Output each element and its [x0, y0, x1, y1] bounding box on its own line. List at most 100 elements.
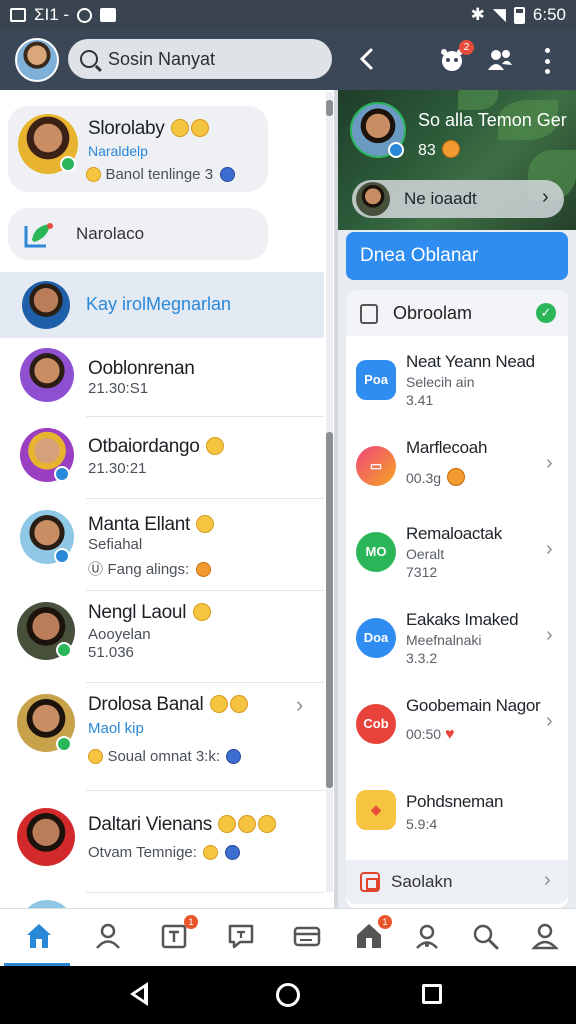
chat-subtitle: Maol kip	[88, 720, 144, 737]
nav-home-icon[interactable]	[276, 983, 300, 1007]
chat-row[interactable]: Ooblonrenan 21.30:S1	[0, 338, 324, 416]
carrier-text: ΣΙ1 -	[34, 5, 70, 24]
status-bar: ΣΙ1 - ✱ ◥ 6:50	[0, 0, 576, 30]
card-icon	[293, 926, 321, 947]
chevron-right-icon: ›	[296, 692, 304, 717]
people-button[interactable]	[486, 46, 514, 74]
item-title: Eakaks Imaked	[406, 610, 519, 629]
chat-row[interactable]: Drolosa Banal Maol kip Soual omnat 3:k: …	[0, 684, 324, 790]
online-badge-icon	[56, 642, 72, 658]
tab-card[interactable]	[292, 921, 322, 951]
tab-account[interactable]	[530, 921, 560, 951]
smile-emoji-icon	[170, 119, 189, 137]
wifi-icon: ◥	[492, 5, 506, 24]
smile-emoji-icon	[196, 515, 215, 533]
app-icon: Doa	[356, 618, 396, 658]
bot-button[interactable]: 2	[438, 40, 474, 74]
scrollbar-thumb[interactable]	[326, 432, 333, 788]
pinned-group-card[interactable]: Narolaco	[8, 208, 268, 260]
sync-icon	[77, 7, 93, 23]
bottom-tab-bar: 1 1	[0, 908, 576, 966]
chat-preview: Fang alings:	[107, 561, 190, 578]
bottom-list-item[interactable]: Saolakn ›	[346, 860, 568, 904]
chat-preview: Banol tenlinge 3	[105, 166, 214, 183]
clock: 6:50	[532, 5, 566, 24]
chevron-right-icon: ›	[546, 538, 553, 560]
back-button[interactable]	[352, 44, 380, 74]
kebab-dot-icon	[544, 69, 550, 74]
list-item[interactable]: Cob Goobemain Nagor 00:50 ♥ ›	[346, 686, 568, 772]
scrollbar-top-thumb[interactable]	[326, 100, 333, 116]
profile-status-pill[interactable]: Ne ioaadt ›	[352, 180, 564, 218]
heart-icon: ♥	[444, 726, 455, 743]
chat-title: Otbaiordango	[88, 436, 200, 457]
list-item[interactable]: Poa Neat Yeann Nead Selecih ain 3.41	[346, 342, 568, 428]
tab-contacts[interactable]	[412, 921, 442, 951]
tab-badge: 1	[378, 915, 392, 929]
square-icon	[360, 872, 380, 892]
chat-bubble-icon	[24, 223, 53, 248]
chat-preview: Soual omnat 3:k:	[107, 748, 221, 765]
search-input[interactable]: Sosin Nanyat	[108, 49, 215, 70]
tab-home[interactable]	[24, 921, 54, 951]
online-badge-icon	[56, 736, 72, 752]
nav-recents-icon[interactable]	[422, 984, 442, 1004]
tab-chat[interactable]	[226, 921, 256, 951]
face-emoji-icon	[195, 562, 211, 577]
chat-title: Manta Ellant	[88, 514, 191, 535]
chevron-left-icon	[359, 48, 373, 70]
profile-count: 83	[418, 140, 461, 160]
my-avatar[interactable]	[15, 38, 59, 82]
list-item[interactable]: ▭ Marflecoah 00.3g ›	[346, 428, 568, 514]
tab-profile[interactable]	[93, 921, 123, 951]
list-item[interactable]: MO Remaloactak Oeralt 7312 ›	[346, 514, 568, 600]
app-bar: Sosin Nanyat 2	[0, 30, 576, 90]
contacts-icon	[416, 924, 438, 949]
chevron-right-icon: ›	[542, 186, 549, 208]
face-emoji-icon	[446, 468, 465, 486]
avatar	[22, 281, 70, 329]
highlighted-chat-row[interactable]: Kay irolMegnarlan	[0, 272, 324, 338]
bag-icon	[100, 8, 117, 22]
app-icon: Cob	[356, 704, 396, 744]
underline-icon: Ⓤ	[88, 561, 104, 578]
smile-emoji-icon	[238, 815, 257, 833]
item-title: Neat Yeann Nead	[406, 352, 535, 371]
item-subtitle: 00.3g	[406, 470, 442, 486]
item-subtitle: Selecih ain	[406, 374, 475, 390]
app-icon: MO	[356, 532, 396, 572]
home-icon	[27, 924, 51, 948]
list-item[interactable]: ◈ Pohdsneman 5.9:4	[346, 772, 568, 858]
more-menu-button[interactable]	[540, 48, 554, 74]
divider	[86, 682, 324, 683]
app-root: ΣΙ1 - ✱ ◥ 6:50 Sosin Nanyat 2 Slorolaby …	[0, 0, 576, 1024]
tab-search[interactable]	[470, 921, 500, 951]
game-app-icon: ◈	[356, 790, 396, 830]
face-emoji-icon	[219, 167, 235, 182]
chevron-right-icon: ›	[544, 869, 551, 891]
account-icon	[531, 923, 559, 950]
chat-row[interactable]: Nengl Laoul Aooyelan 51.036	[0, 592, 324, 682]
tab-house[interactable]: 1	[354, 915, 392, 951]
count-value: 83	[418, 142, 436, 159]
primary-action-button[interactable]: Dnea Oblanar	[346, 232, 568, 280]
section-header: Obroolam ✓	[346, 290, 568, 336]
chat-row[interactable]: Otbaiordango 21.30:21	[0, 418, 324, 498]
avatar	[17, 808, 75, 866]
chat-preview: Otvam Temnige:	[88, 844, 197, 861]
tab-text[interactable]: 1	[160, 915, 198, 951]
avatar	[356, 182, 390, 216]
list-item[interactable]: Doa Eakaks Imaked Meefnalnaki 3.3.2 ›	[346, 600, 568, 686]
item-detail: 3.41	[406, 392, 434, 408]
pinned-chat-card[interactable]: Slorolaby Naraldelp Banol tenlinge 3	[8, 106, 268, 192]
search-bar[interactable]: Sosin Nanyat	[68, 39, 332, 79]
check-icon: ✓	[536, 303, 556, 323]
chat-row[interactable]: Daltari Vienans Otvam Temnige:	[0, 792, 324, 892]
chat-list-panel: Slorolaby Naraldelp Banol tenlinge 3 Nar…	[0, 90, 338, 908]
group-title: Narolaco	[76, 224, 145, 243]
notification-badge: 2	[459, 40, 474, 55]
chat-row[interactable]: Manta Ellant Sefiahal Ⓤ Fang alings:	[0, 500, 324, 590]
item-subtitle: Meefnalnaki	[406, 632, 482, 648]
profile-name: So alla Temon Ger	[418, 110, 567, 130]
chat-subtitle: Sefiahal	[88, 536, 143, 553]
